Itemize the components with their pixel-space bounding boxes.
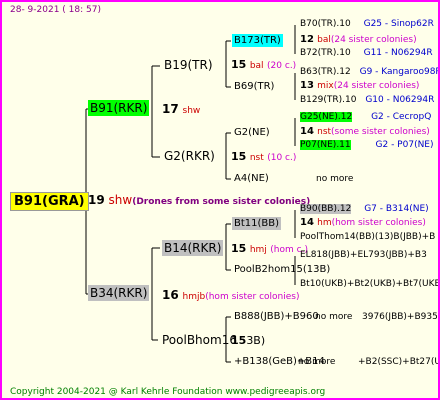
gen2-d-queen[interactable]: PoolBhom16 [160, 332, 239, 348]
gen4-row[interactable]: B129(TR).10 G10 - N06294R [300, 95, 434, 105]
gen3-a1-tag: bal [317, 35, 331, 45]
gen1-top-tag: shw [182, 106, 201, 116]
gen2-b-num: 15 [231, 150, 247, 163]
gen1-bottom-note: (hom sister colonies) [205, 292, 300, 302]
gen4-extra: G25 - Sinop62R [363, 19, 434, 29]
gen1-bottom-drone: 16 hmjb(hom sister colonies) [162, 288, 299, 302]
gen4-row[interactable]: 3976(JBB)+B935(JB [362, 312, 438, 322]
gen3-b1-note: (some sister colonies) [331, 127, 430, 137]
gen3-b2-queen[interactable]: A4(NE) [232, 172, 271, 185]
gen4-extra: G9 - Kangaroo98R [359, 67, 440, 77]
gen4-row[interactable]: EL818(JBB)+EL793(JBB)+B3 [300, 250, 427, 260]
gen3-b1-drone: 14 nst(some sister colonies) [300, 126, 430, 137]
gen2-c-drone: 15 hmj (hom c.) [231, 242, 308, 255]
gen2-b-queen[interactable]: G2(RKR) [162, 148, 217, 164]
gen3-b1-tag: nst [317, 127, 332, 137]
gen1-bottom-tag: hmjb [182, 292, 206, 302]
gen2-a-num: 15 [231, 58, 247, 71]
gen2-c-tag: hmj [249, 245, 267, 255]
gen4-name: Bt10(UKB)+Bt2(UKB)+Bt7(UKB [300, 279, 440, 289]
gen4-name: B63(TR).12 [300, 67, 351, 77]
root-drone-info: 19 shw(Drones from some sister colonies) [88, 193, 310, 207]
gen4-name: G25(NE).12 [300, 112, 353, 122]
gen1-top-num: 17 [162, 102, 179, 116]
gen2-a-drone: 15 bal (20 c.) [231, 58, 296, 71]
pedigree-frame: 28- 9-2021 ( 18: 57) B91(GRA) 19 shw(Dro… [0, 0, 440, 400]
root-queen[interactable]: B91(GRA) [10, 192, 89, 211]
gen4-name: 3976(JBB)+B935(JB [362, 312, 438, 322]
gen2-a-queen[interactable]: B19(TR) [162, 57, 215, 73]
gen4-name: B70(TR).10 [300, 19, 351, 29]
gen2-c-queen[interactable]: B14(RKR) [162, 240, 224, 256]
gen4-name: +B2(SSC)+Bt27(UK [358, 357, 440, 367]
gen4-row[interactable]: B70(TR).10 G25 - Sinop62R [300, 19, 434, 29]
gen3-a1-note: (24 sister colonies) [330, 35, 417, 45]
gen3-c1-note: (hom sister colonies) [331, 218, 426, 228]
gen4-name: B90(BB).12 [300, 204, 352, 214]
gen4-extra: G7 - B314(NE) [364, 204, 429, 214]
gen4-name: PoolThom14(BB)(13)B(JBB)+B [300, 232, 436, 242]
gen4-extra: G2 - P07(NE) [375, 140, 434, 150]
root-gen-num: 19 [88, 193, 105, 207]
gen3-a2-tag: mix [317, 81, 334, 91]
gen4-row[interactable]: B72(TR).10 G11 - N06294R [300, 48, 433, 58]
gen3-c1-num: 14 [300, 217, 314, 228]
root-gen-note: (Drones from some sister colonies) [132, 197, 311, 207]
gen2-b-note: (10 c.) [267, 153, 297, 163]
gen4-row[interactable]: G25(NE).12 G2 - CecropQ [300, 112, 431, 122]
gen4-row[interactable]: P07(NE).11 G2 - P07(NE) [300, 140, 434, 150]
root-gen-tag: shw [108, 193, 133, 207]
gen3-c1-drone: 14 hm(hom sister colonies) [300, 217, 426, 228]
gen1-top-queen[interactable]: B91(RKR) [88, 100, 150, 116]
gen4-row[interactable]: B63(TR).12 G9 - Kangaroo98R [300, 67, 440, 77]
gen3-c2-queen[interactable]: PoolB2hom15(13B) [232, 263, 332, 276]
gen1-bottom-queen[interactable]: B34(RKR) [88, 285, 150, 301]
gen2-a-tag: bal [249, 61, 264, 71]
gen4-row[interactable]: Bt10(UKB)+Bt2(UKB)+Bt7(UKB [300, 279, 440, 289]
gen3-b2-no-more: no more [316, 174, 354, 184]
gen4-name: B72(TR).10 [300, 48, 351, 58]
gen2-b-tag: nst [249, 153, 264, 163]
gen4-name: EL818(JBB)+EL793(JBB)+B3 [300, 250, 427, 260]
gen4-row[interactable]: PoolThom14(BB)(13)B(JBB)+B [300, 232, 435, 242]
gen2-a-note: (20 c.) [267, 61, 297, 71]
gen3-c1-queen[interactable]: Bt11(BB) [232, 217, 282, 230]
gen4-name: P07(NE).11 [300, 140, 351, 150]
gen3-a2-queen[interactable]: B69(TR) [232, 80, 276, 93]
gen3-a2-drone: 13 mix(24 sister colonies) [300, 80, 419, 91]
gen1-top-drone: 17 shw [162, 102, 200, 116]
gen3-a2-num: 13 [300, 80, 314, 91]
gen3-c1-tag: hm [317, 218, 332, 228]
copyright-footer: Copyright 2004-2021 @ Karl Kehrle Founda… [10, 387, 326, 397]
gen2-b-drone: 15 nst (10 c.) [231, 150, 296, 163]
gen4-row[interactable]: +B2(SSC)+Bt27(UK [358, 357, 440, 367]
gen2-c-num: 15 [231, 242, 247, 255]
gen2-d-suffix: 3B) [246, 334, 266, 347]
gen3-a1-queen[interactable]: B173(TR) [232, 34, 283, 47]
gen3-b1-num: 14 [300, 126, 314, 137]
gen3-a1-drone: 12 bal(24 sister colonies) [300, 34, 417, 45]
gen2-d-num: 15 [231, 334, 247, 347]
gen1-bottom-num: 16 [162, 288, 179, 302]
gen4-extra: G10 - N06294R [365, 95, 435, 105]
gen3-a2-note: (24 sister colonies) [333, 81, 420, 91]
gen4-extra: G11 - N06294R [363, 48, 433, 58]
gen4-row[interactable]: B90(BB).12 G7 - B314(NE) [300, 204, 429, 214]
report-date: 28- 9-2021 ( 18: 57) [10, 5, 101, 15]
gen2-d-drone: 153B) [231, 334, 265, 347]
gen3-b1-queen[interactable]: G2(NE) [232, 126, 272, 139]
gen3-d2-no-more: no more [298, 357, 336, 367]
gen3-a1-num: 12 [300, 34, 314, 45]
gen4-extra: G2 - CecropQ [371, 112, 432, 122]
gen3-d1-no-more: no more [315, 312, 353, 322]
gen4-name: B129(TR).10 [300, 95, 357, 105]
gen3-d1-queen[interactable]: B888(JBB)+B960 [232, 310, 321, 323]
